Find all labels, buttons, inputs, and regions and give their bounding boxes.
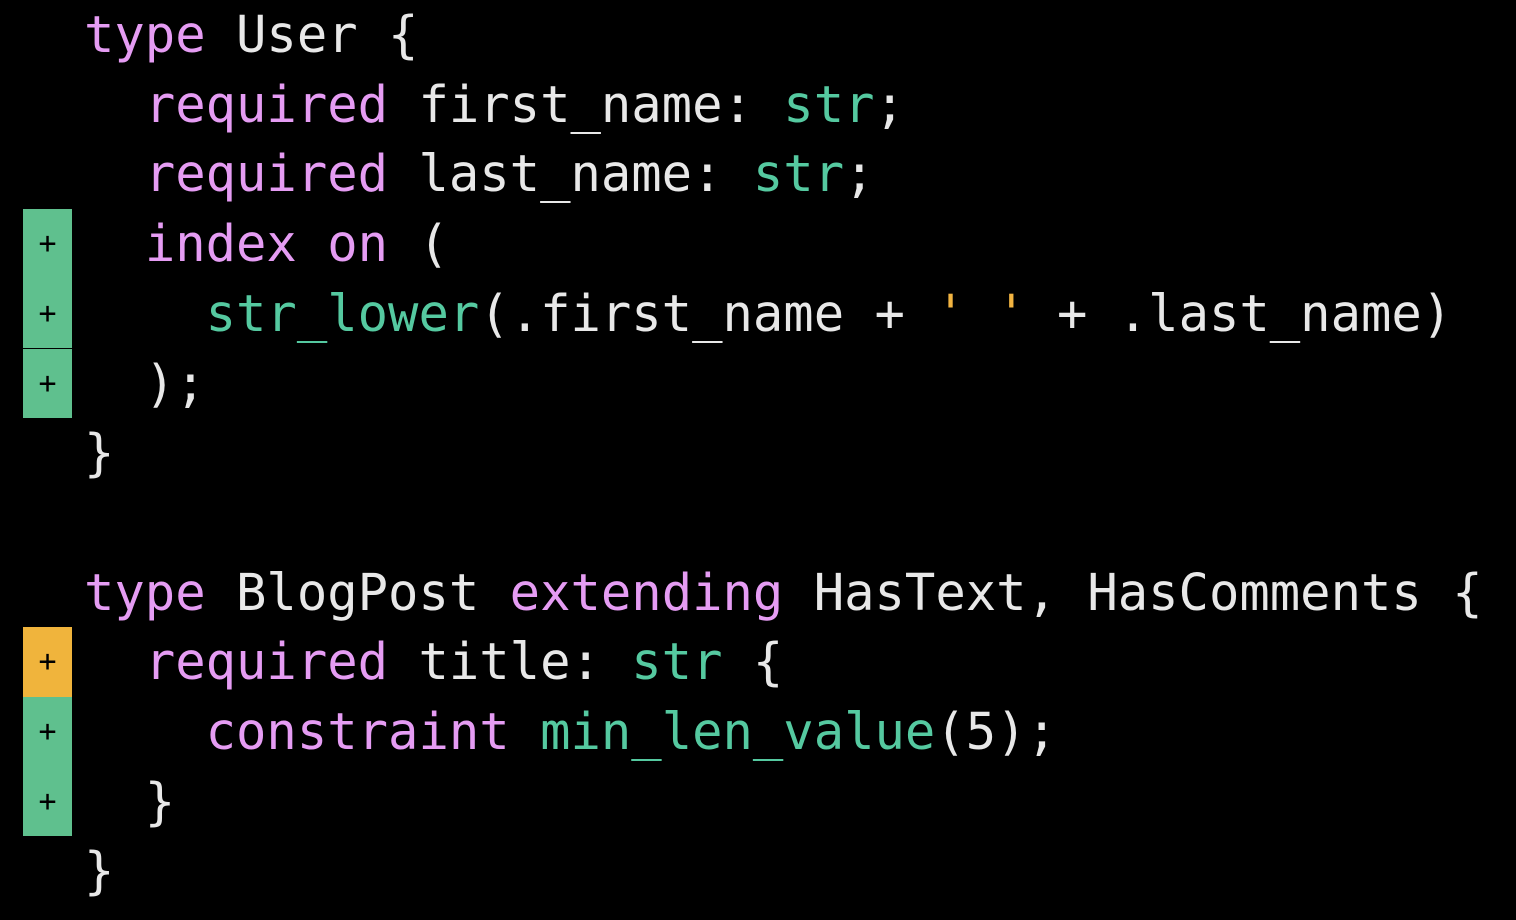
code-line[interactable]: required first_name: str; [0, 70, 1516, 140]
code-text: } [84, 418, 114, 488]
code-token: } [84, 841, 115, 901]
code-text: } [84, 767, 175, 837]
code-line[interactable] [0, 488, 1516, 558]
code-token: ; [844, 144, 875, 204]
code-line[interactable]: + str_lower(.first_name + ' ' + .last_na… [0, 278, 1516, 349]
code-line[interactable]: } [0, 418, 1516, 488]
code-token: required [144, 144, 389, 204]
code-token: str [783, 74, 875, 134]
code-text: required last_name: str; [84, 139, 875, 209]
code-token: (.first_name + [479, 283, 936, 343]
code-line[interactable]: type BlogPost extending HasText, HasComm… [0, 558, 1516, 628]
code-token: ( [388, 214, 449, 274]
diff-added-marker: + [23, 697, 72, 767]
code-line[interactable]: + ); [0, 348, 1516, 419]
code-token: last_name: [388, 144, 753, 204]
diff-added-marker: + [23, 348, 72, 419]
code-line[interactable]: } [0, 836, 1516, 906]
code-token: User { [205, 5, 419, 64]
code-text: } [84, 836, 114, 906]
code-token: HasText, HasComments { [783, 562, 1483, 622]
code-token: required [144, 74, 389, 134]
diff-added-marker: + [23, 766, 72, 837]
code-token: + .last_name) [1026, 283, 1453, 343]
code-token: type [84, 562, 206, 622]
code-token: required [144, 632, 389, 692]
code-token: title: [388, 632, 632, 692]
code-token: str [752, 144, 845, 204]
code-token: min_len_value [540, 702, 936, 761]
code-line[interactable]: + required title: str { [0, 627, 1516, 697]
code-token: ' ' [935, 283, 1027, 343]
code-token: (5); [935, 702, 1057, 761]
diff-added-marker: + [23, 209, 72, 279]
code-token: ; [874, 74, 905, 134]
code-token: str_lower [205, 283, 480, 343]
code-text: required title: str { [84, 627, 784, 697]
code-token: index [144, 214, 297, 274]
code-token: ); [84, 353, 206, 413]
code-line[interactable]: required last_name: str; [0, 139, 1516, 209]
code-token: { [722, 632, 784, 692]
diff-changed-marker: + [23, 627, 72, 697]
code-text: type User { [84, 0, 418, 70]
code-text: ); [84, 349, 206, 419]
code-token: extending [509, 562, 784, 622]
code-token: BlogPost [205, 562, 510, 622]
code-text: type BlogPost extending HasText, HasComm… [84, 558, 1483, 628]
code-line[interactable]: + } [0, 766, 1516, 837]
diff-added-marker: + [23, 278, 72, 349]
code-line[interactable]: + constraint min_len_value(5); [0, 697, 1516, 767]
code-token: on [327, 214, 389, 274]
code-text: index on ( [84, 209, 449, 279]
code-token: first_name: [388, 74, 784, 134]
code-line[interactable]: type User { [0, 0, 1516, 70]
code-token: } [84, 771, 176, 831]
code-editor[interactable]: type User { required first_name: str; re… [0, 0, 1516, 920]
code-token: type [84, 5, 206, 64]
code-token: str [631, 632, 723, 692]
code-token: constraint [205, 702, 510, 761]
code-text: required first_name: str; [84, 70, 905, 140]
code-line[interactable]: + index on ( [0, 209, 1516, 279]
code-token: } [84, 423, 115, 483]
code-text: constraint min_len_value(5); [84, 697, 1057, 767]
code-text: str_lower(.first_name + ' ' + .last_name… [84, 279, 1453, 349]
